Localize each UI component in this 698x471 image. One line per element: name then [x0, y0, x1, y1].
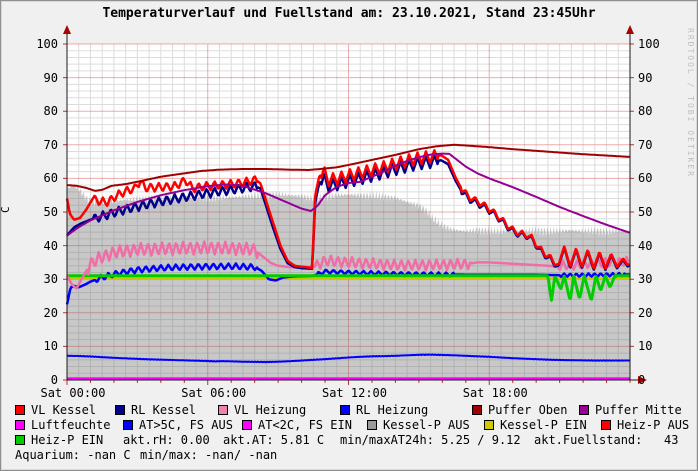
y-axis-unit-label: C	[0, 199, 19, 213]
legend-label: Puffer Oben	[488, 404, 567, 417]
y-tick-label-right: 70	[638, 139, 652, 151]
y-tick-label-left: 60	[24, 172, 58, 184]
legend-label: Aquarium: -nan C	[15, 449, 131, 462]
y-tick-label-left: 90	[24, 72, 58, 84]
y-tick-label-right: 0	[638, 374, 645, 386]
legend-swatch	[484, 420, 494, 430]
legend-label: Kessel-P AUS	[383, 419, 470, 432]
y-tick-label-left: 100	[24, 38, 58, 50]
y-tick-label-left: 80	[24, 105, 58, 117]
y-tick-label-right: 50	[638, 206, 652, 218]
legend-swatch	[123, 420, 133, 430]
y-tick-label-right: 30	[638, 273, 652, 285]
x-tick-label: Sat 00:00	[40, 387, 105, 399]
legend-label: akt.rH: 0.00	[123, 434, 210, 447]
legend-swatch	[472, 405, 482, 415]
legend-label: min/max: -nan/ -nan	[140, 449, 277, 462]
legend-swatch	[579, 405, 589, 415]
legend-swatch	[601, 420, 611, 430]
legend-label: Puffer Mitte	[595, 404, 682, 417]
y-tick-label-right: 10	[638, 340, 652, 352]
legend-swatch	[340, 405, 350, 415]
legend-label: Kessel-P EIN	[500, 419, 587, 432]
rrdtool-graph-page: { "title": "Temperaturverlauf und Fuells…	[0, 0, 698, 471]
y-tick-label-right: 90	[638, 72, 652, 84]
legend-label: Luftfeuchte	[31, 419, 110, 432]
legend-label: VL Heizung	[234, 404, 306, 417]
legend-label: Heiz-P AUS	[617, 419, 689, 432]
y-tick-label-left: 0	[24, 374, 58, 386]
legend-swatch	[218, 405, 228, 415]
legend-label: AT>5C, FS AUS	[139, 419, 233, 432]
legend-swatch	[242, 420, 252, 430]
chart-plot-area	[0, 0, 698, 471]
y-tick-label-right: 20	[638, 307, 652, 319]
y-tick-label-left: 70	[24, 139, 58, 151]
x-tick-label: Sat 18:00	[463, 387, 528, 399]
legend-label: Heiz-P EIN	[31, 434, 103, 447]
legend-swatch	[115, 405, 125, 415]
y-tick-label-left: 10	[24, 340, 58, 352]
legend-swatch	[367, 420, 377, 430]
rrdtool-watermark: RRDTOOL / TOBI OETIKER	[686, 28, 695, 178]
y-tick-label-right: 80	[638, 105, 652, 117]
legend-label: RL Heizung	[356, 404, 428, 417]
y-tick-label-right: 60	[638, 172, 652, 184]
y-tick-label-right: 100	[638, 38, 660, 50]
y-tick-label-right: 40	[638, 240, 652, 252]
legend-label: RL Kessel	[131, 404, 196, 417]
x-tick-label: Sat 12:00	[322, 387, 387, 399]
y-axis-arrow-left	[63, 25, 71, 34]
legend-label: VL Kessel	[31, 404, 96, 417]
y-axis-arrow-right	[626, 25, 634, 34]
y-tick-label-left: 20	[24, 307, 58, 319]
legend-label: AT<2C, FS EIN	[258, 419, 352, 432]
legend-label: min/maxAT24h: 5.25 / 9.12	[340, 434, 521, 447]
legend-swatch	[15, 420, 25, 430]
y-tick-label-left: 30	[24, 273, 58, 285]
y-tick-label-left: 50	[24, 206, 58, 218]
legend-swatch	[15, 405, 25, 415]
legend-label: akt.Fuellstand: 43	[534, 434, 679, 447]
x-tick-label: Sat 06:00	[181, 387, 246, 399]
legend-label: akt.AT: 5.81 C	[223, 434, 324, 447]
legend-swatch	[15, 435, 25, 445]
y-tick-label-left: 40	[24, 240, 58, 252]
